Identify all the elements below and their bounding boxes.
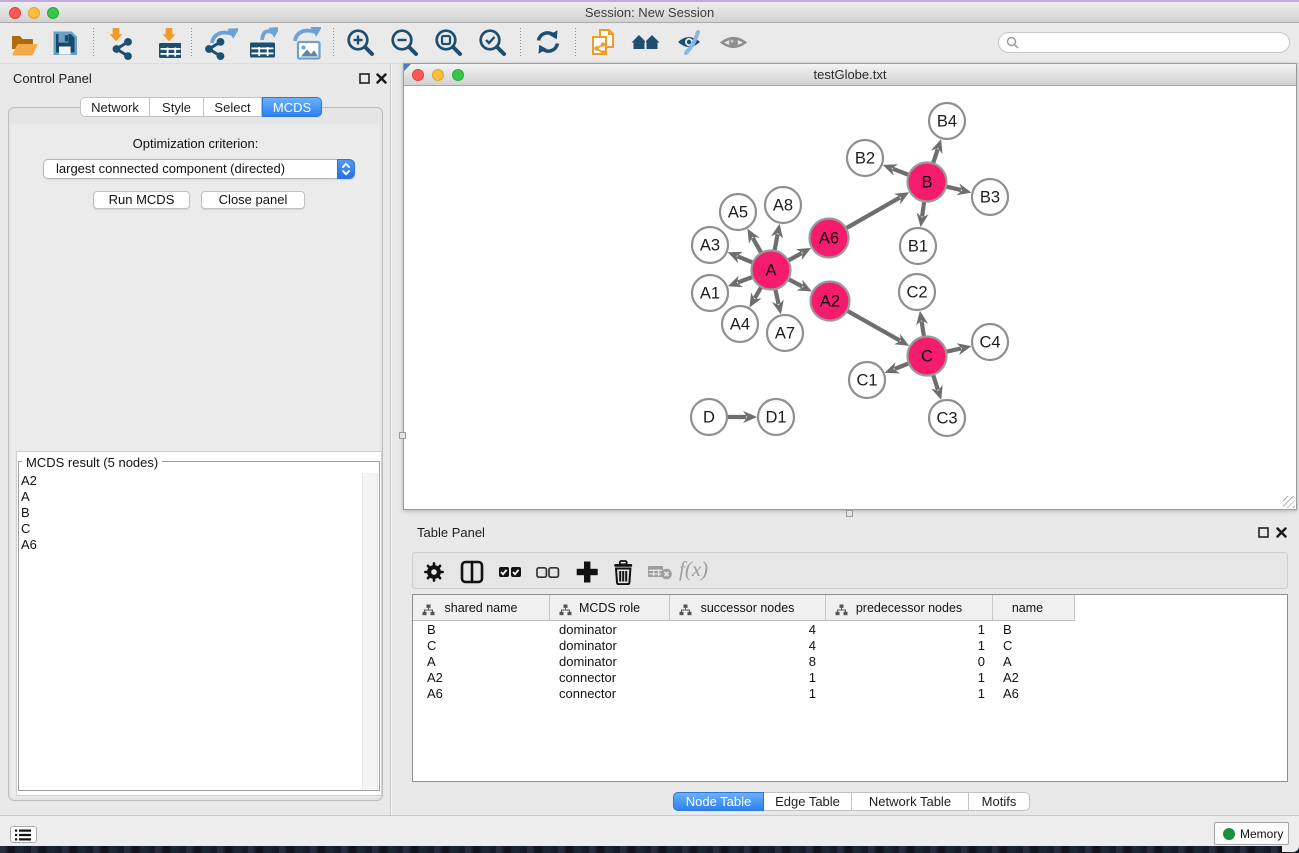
svg-text:C4: C4 <box>979 334 1000 352</box>
svg-text:A6: A6 <box>819 230 839 248</box>
svg-text:C3: C3 <box>936 410 957 428</box>
svg-text:A: A <box>765 262 776 280</box>
svg-text:A8: A8 <box>773 197 793 215</box>
svg-text:A3: A3 <box>700 237 720 255</box>
svg-text:B3: B3 <box>980 189 1000 207</box>
svg-text:B1: B1 <box>908 238 928 256</box>
svg-text:B2: B2 <box>855 150 875 168</box>
svg-text:C2: C2 <box>906 284 927 302</box>
svg-text:A2: A2 <box>820 293 840 311</box>
svg-text:A1: A1 <box>700 285 720 303</box>
svg-text:D: D <box>703 409 715 427</box>
svg-text:D1: D1 <box>765 409 786 427</box>
svg-text:A4: A4 <box>730 316 750 334</box>
svg-text:A7: A7 <box>775 325 795 343</box>
svg-text:A5: A5 <box>728 204 748 222</box>
svg-text:C: C <box>921 348 933 366</box>
svg-text:B: B <box>921 174 932 192</box>
svg-text:B4: B4 <box>937 113 957 131</box>
svg-text:C1: C1 <box>856 372 877 390</box>
